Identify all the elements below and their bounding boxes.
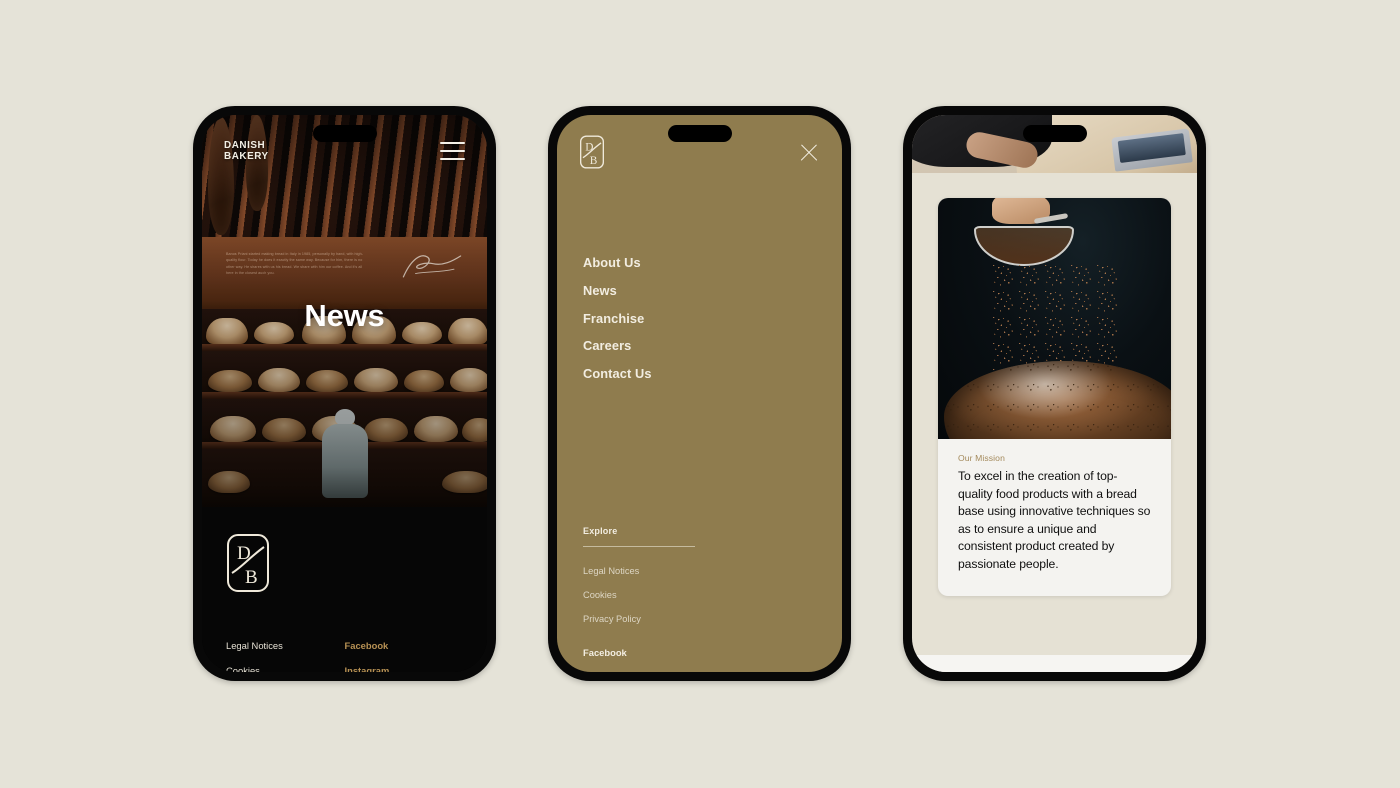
phone-mockup-home: Banos Priani started making bread in Ita…: [193, 106, 496, 681]
phone-mockup-menu: D B About Us News Franchise Careers Cont…: [548, 106, 851, 681]
nav-item-about-us[interactable]: About Us: [583, 249, 652, 277]
close-icon[interactable]: [798, 141, 820, 163]
bottom-bar: [912, 655, 1197, 672]
nav-item-careers[interactable]: Careers: [583, 332, 652, 360]
cake: [944, 361, 1171, 439]
mission-statement: To excel in the creation of top-quality …: [958, 469, 1151, 571]
phone1-footer: D B Legal Notices Cookies Facebook Insta…: [202, 507, 487, 672]
phone-notch: [312, 125, 377, 142]
footer-link[interactable]: Cookies: [226, 658, 345, 672]
mission-text-block: Our Mission To excel in the creation of …: [938, 439, 1171, 596]
mission-card: Our Mission To excel in the creation of …: [938, 198, 1171, 596]
main-navigation: About Us News Franchise Careers Contact …: [583, 249, 652, 388]
social-link[interactable]: Facebook: [345, 633, 464, 658]
phone3-screen: Our Mission To excel in the creation of …: [912, 115, 1197, 672]
db-logo-icon[interactable]: D B: [579, 135, 605, 169]
sieve: [974, 226, 1074, 266]
explore-title: Explore: [583, 526, 618, 536]
svg-text:B: B: [245, 567, 258, 588]
footer-link[interactable]: Legal Notices: [226, 633, 345, 658]
brand-wordmark: DANISH BAKERY: [224, 138, 269, 162]
social-section: Facebook: [583, 642, 627, 664]
explore-section: Explore Legal Notices Cookies Privacy Po…: [583, 526, 816, 631]
footer-social-column: Facebook Instagram: [345, 633, 464, 672]
phone-notch: [667, 125, 732, 142]
svg-text:D: D: [237, 543, 251, 564]
social-link[interactable]: Instagram: [345, 658, 464, 672]
phone1-screen: Banos Priani started making bread in Ita…: [202, 115, 487, 672]
nav-item-contact-us[interactable]: Contact Us: [583, 360, 652, 388]
svg-text:B: B: [590, 155, 598, 167]
social-link-facebook[interactable]: Facebook: [583, 642, 627, 664]
explore-link-privacy-policy[interactable]: Privacy Policy: [583, 607, 816, 631]
divider: [583, 546, 695, 547]
phone2-screen: D B About Us News Franchise Careers Cont…: [557, 115, 842, 672]
nav-item-news[interactable]: News: [583, 277, 652, 305]
explore-link-legal-notices[interactable]: Legal Notices: [583, 559, 816, 583]
footer-links: Legal Notices Cookies Facebook Instagram: [226, 633, 463, 672]
mission-body: Our Mission To excel in the creation of …: [912, 173, 1197, 672]
db-logo-icon: D B: [227, 534, 269, 592]
phone-notch: [1022, 125, 1087, 142]
footer-legal-column: Legal Notices Cookies: [226, 633, 345, 672]
phone-mockup-mission: Our Mission To excel in the creation of …: [903, 106, 1206, 681]
menu-overlay: D B About Us News Franchise Careers Cont…: [557, 115, 842, 672]
svg-text:D: D: [585, 141, 593, 153]
workspace-photo: [912, 115, 1197, 173]
page-title: News: [304, 298, 385, 333]
hamburger-icon[interactable]: [440, 142, 465, 160]
explore-link-cookies[interactable]: Cookies: [583, 583, 816, 607]
nav-item-franchise[interactable]: Franchise: [583, 305, 652, 333]
poster-canvas: Banos Priani started making bread in Ita…: [0, 0, 1400, 788]
cocoa-sifting-photo: [938, 198, 1171, 439]
mission-kicker: Our Mission: [958, 453, 1005, 463]
